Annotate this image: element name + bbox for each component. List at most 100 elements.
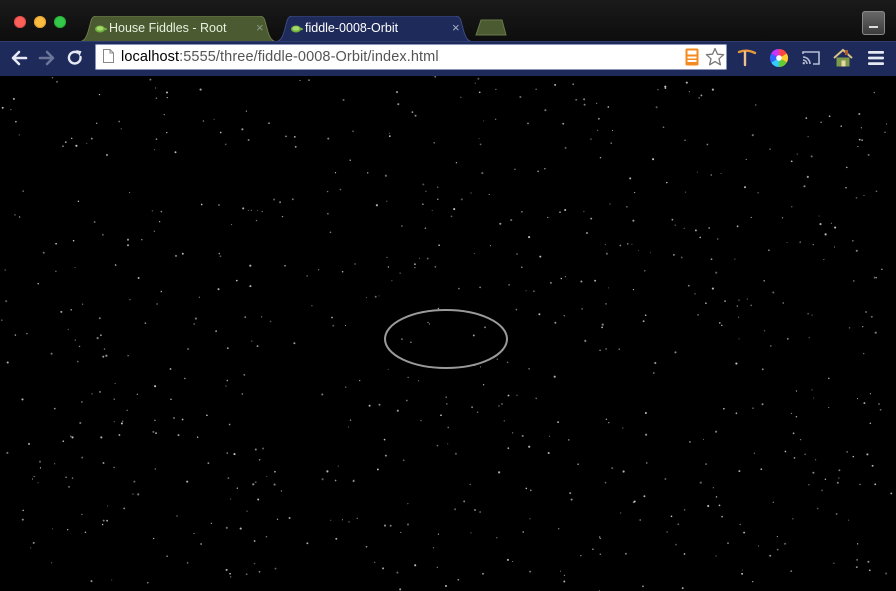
tab-fiddle-0008-orbit[interactable]: fiddle-0008-Orbit × bbox=[274, 16, 474, 42]
star-dot bbox=[62, 145, 64, 147]
star-dot bbox=[619, 244, 622, 247]
star-dot bbox=[813, 397, 815, 399]
star-dot bbox=[586, 232, 588, 234]
star-dot bbox=[514, 168, 516, 171]
star-dot bbox=[763, 330, 766, 332]
star-dot bbox=[519, 95, 522, 99]
star-dot bbox=[852, 280, 855, 282]
star-dot bbox=[512, 560, 514, 563]
star-dot bbox=[803, 185, 806, 188]
star-dot bbox=[256, 209, 259, 211]
star-dot bbox=[599, 537, 601, 540]
star-dot bbox=[37, 283, 39, 285]
star-dot bbox=[852, 240, 854, 242]
cast-icon[interactable] bbox=[800, 47, 822, 69]
star-dot bbox=[450, 215, 453, 218]
house-extension-icon[interactable] bbox=[832, 47, 854, 69]
star-dot bbox=[399, 272, 401, 274]
star-dot bbox=[299, 79, 301, 82]
star-dot bbox=[741, 569, 743, 571]
star-dot bbox=[823, 259, 825, 261]
star-dot bbox=[580, 280, 583, 283]
star-dot bbox=[126, 409, 128, 411]
star-dot bbox=[694, 293, 696, 295]
star-dot bbox=[521, 434, 524, 437]
star-dot bbox=[84, 531, 87, 534]
star-dot bbox=[253, 562, 256, 565]
star-dot bbox=[538, 313, 541, 316]
star-dot bbox=[620, 512, 622, 514]
star-dot bbox=[477, 411, 479, 413]
star-dot bbox=[79, 421, 82, 425]
star-dot bbox=[498, 405, 500, 407]
address-bar[interactable]: localhost:5555/three/fiddle-0008-Orbit/i… bbox=[95, 44, 727, 70]
star-dot bbox=[482, 384, 485, 386]
star-dot bbox=[402, 459, 405, 462]
star-dot bbox=[483, 120, 485, 122]
star-dot bbox=[132, 493, 134, 495]
color-wheel-icon[interactable] bbox=[768, 47, 790, 69]
star-dot bbox=[169, 368, 172, 370]
star-dot bbox=[86, 142, 88, 144]
minimize-window-button[interactable] bbox=[34, 16, 46, 28]
menu-icon[interactable] bbox=[865, 47, 887, 69]
star-dot bbox=[235, 279, 238, 282]
star-dot bbox=[858, 112, 861, 116]
star-dot bbox=[347, 426, 349, 428]
star-dot bbox=[18, 216, 21, 218]
star-dot bbox=[710, 174, 713, 176]
turtle-favicon-icon bbox=[95, 25, 107, 33]
star-dot bbox=[772, 501, 774, 503]
webgl-canvas[interactable] bbox=[0, 75, 896, 591]
star-dot bbox=[769, 148, 771, 151]
tab-close-icon[interactable]: × bbox=[452, 21, 460, 35]
star-dot bbox=[575, 98, 578, 101]
star-dot bbox=[349, 159, 351, 162]
star-dot bbox=[738, 338, 740, 340]
star-dot bbox=[160, 290, 163, 293]
tab-title: fiddle-0008-Orbit bbox=[305, 21, 399, 35]
close-window-button[interactable] bbox=[14, 16, 26, 28]
star-dot bbox=[396, 409, 399, 412]
star-dot bbox=[590, 217, 593, 220]
star-dot bbox=[470, 532, 472, 534]
star-dot bbox=[680, 256, 683, 259]
star-dot bbox=[807, 312, 809, 315]
star-dot bbox=[642, 320, 645, 323]
reload-icon[interactable] bbox=[65, 48, 85, 68]
star-dot bbox=[736, 305, 739, 307]
star-dot bbox=[266, 475, 268, 477]
star-dot bbox=[622, 427, 624, 429]
star-dot bbox=[671, 218, 674, 221]
star-dot bbox=[60, 310, 63, 313]
star-dot bbox=[547, 451, 550, 455]
star-dot bbox=[262, 447, 265, 450]
star-dot bbox=[202, 120, 205, 122]
calculator-icon[interactable] bbox=[685, 48, 699, 66]
bookmark-star-icon[interactable] bbox=[705, 47, 725, 67]
star-dot bbox=[604, 244, 606, 246]
profile-button[interactable] bbox=[862, 11, 885, 35]
forward-icon[interactable] bbox=[37, 48, 57, 68]
star-dot bbox=[834, 226, 837, 229]
star-dot bbox=[68, 486, 70, 488]
star-dot bbox=[796, 153, 798, 155]
tab-house-fiddles-root[interactable]: House Fiddles - Root × bbox=[78, 16, 278, 42]
back-icon[interactable] bbox=[9, 48, 29, 68]
star-dot bbox=[470, 192, 472, 194]
star-dot bbox=[334, 479, 337, 482]
star-dot bbox=[51, 528, 53, 530]
star-dot bbox=[163, 113, 165, 116]
star-dot bbox=[637, 250, 639, 252]
new-tab-button[interactable] bbox=[475, 19, 507, 36]
maximize-window-button[interactable] bbox=[54, 16, 66, 28]
star-dot bbox=[607, 106, 610, 108]
star-dot bbox=[56, 80, 58, 83]
pickaxe-icon[interactable] bbox=[736, 47, 758, 69]
star-dot bbox=[563, 580, 566, 583]
star-dot bbox=[664, 478, 667, 480]
star-dot bbox=[81, 513, 83, 516]
star-dot bbox=[629, 177, 632, 180]
star-dot bbox=[236, 487, 238, 489]
tab-close-icon[interactable]: × bbox=[256, 21, 264, 35]
